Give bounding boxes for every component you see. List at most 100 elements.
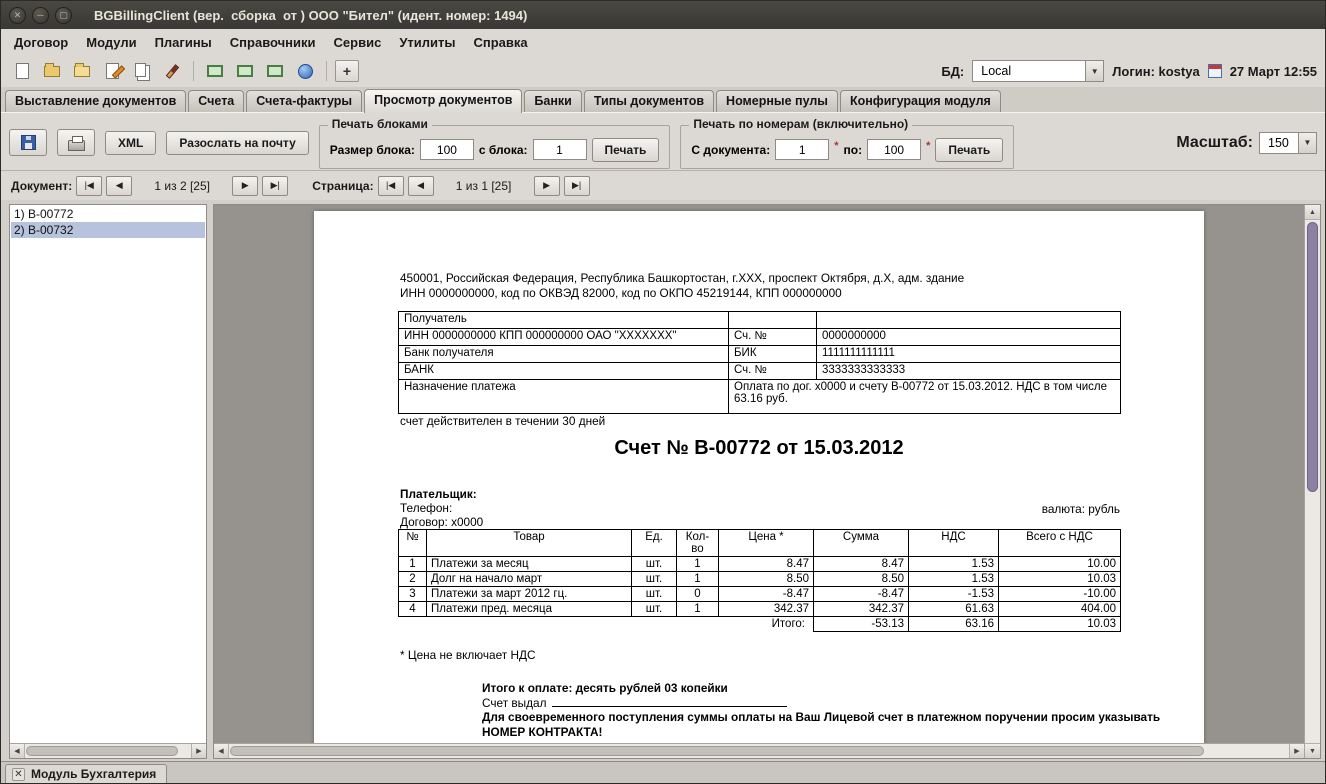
scrollbar-track[interactable] [25,744,191,758]
scrollbar-thumb[interactable] [1307,222,1318,492]
module-window-button-1[interactable] [202,59,228,83]
validity-note: счет действителен в течении 30 дней [400,414,605,428]
close-icon[interactable]: ✕ [12,768,25,781]
print-button[interactable] [57,129,95,156]
doc-last-button[interactable]: ▶| [262,176,288,196]
cell: 8.47 [719,557,814,572]
list-horizontal-scrollbar[interactable]: ◀ ▶ [10,743,206,758]
module-status-tab[interactable]: ✕ Модуль Бухгалтерия [5,764,167,783]
scroll-right-icon[interactable]: ▶ [1289,744,1304,758]
cell: -8.47 [814,587,909,602]
edit-document-button[interactable] [99,59,125,83]
xml-button[interactable]: XML [105,131,156,155]
total-sum-cell: -53.13 [814,617,909,632]
page-first-button[interactable]: |◀ [378,176,404,196]
page-next-button[interactable]: ▶ [534,176,560,196]
scale-label: Масштаб: [1176,134,1253,152]
copy-document-button[interactable] [129,59,155,83]
help-button[interactable] [292,59,318,83]
menu-servis[interactable]: Сервис [325,32,391,53]
scroll-down-icon[interactable]: ▼ [1305,743,1320,758]
document-nav-label: Документ: [11,179,72,193]
cell: 1 [677,602,719,617]
block-size-input[interactable] [420,139,474,160]
chevron-down-icon[interactable]: ▼ [1085,61,1103,81]
scroll-right-icon[interactable]: ▶ [191,744,206,758]
seller-inn-line: ИНН 0000000000, код по ОКВЭД 82000, код … [400,286,964,301]
menu-moduli[interactable]: Модули [77,32,145,53]
db-select[interactable]: Local ▼ [972,60,1104,82]
add-tab-button[interactable]: + [335,60,359,82]
document-preview-panel: 450001, Российская Федерация, Республика… [213,204,1321,759]
tab-prosmotr-dokumentov[interactable]: Просмотр документов [364,89,522,113]
required-asterisk: * [926,140,930,152]
scroll-left-icon[interactable]: ◀ [214,744,229,758]
cell: 1.53 [909,557,999,572]
required-asterisk: * [834,140,838,152]
folder-icon [44,66,60,77]
controls-panel: XML Разослать на почту Печать блоками Ра… [1,112,1325,170]
open-folder-button[interactable] [69,59,95,83]
doc-next-button[interactable]: ▶ [232,176,258,196]
menu-utility[interactable]: Утилиты [390,32,464,53]
scale-control: Масштаб: 150 ▼ [1176,132,1317,154]
scroll-up-icon[interactable]: ▲ [1305,205,1320,220]
module-window-button-3[interactable] [262,59,288,83]
preview-viewport[interactable]: 450001, Российская Федерация, Республика… [214,205,1304,743]
scrollbar-thumb[interactable] [26,746,178,756]
total-vat-cell: 63.16 [909,617,999,632]
new-document-button[interactable] [9,59,35,83]
tab-konfiguraciya-modulya[interactable]: Конфигурация модуля [840,90,1001,112]
range-from-input[interactable] [775,139,829,160]
preview-horizontal-scrollbar[interactable]: ◀ ▶ [214,743,1304,758]
chevron-down-icon[interactable]: ▼ [1298,133,1316,153]
tab-banki[interactable]: Банки [524,90,581,112]
folder-document-button[interactable] [39,59,65,83]
module-window-button-2[interactable] [232,59,258,83]
save-button[interactable] [9,129,47,156]
scale-select[interactable]: 150 ▼ [1259,132,1317,154]
window-minimize-button[interactable]: ─ [32,7,49,24]
tab-tipy-dokumentov[interactable]: Типы документов [584,90,714,112]
table-row: 3 Платежи за март 2012 гц. шт. 0 -8.47 -… [399,587,1121,602]
doc-first-button[interactable]: |◀ [76,176,102,196]
scrollbar-track[interactable] [1305,220,1320,743]
doc-prev-button[interactable]: ◀ [106,176,132,196]
menu-dogovor[interactable]: Договор [5,32,77,53]
tab-scheta[interactable]: Счета [188,90,244,112]
scrollbar-thumb[interactable] [230,746,1204,756]
window-maximize-button[interactable]: ▢ [55,7,72,24]
cell: 1 [677,572,719,587]
cell: Долг на начало март [427,572,632,587]
tab-scheta-faktury[interactable]: Счета-фактуры [246,90,362,112]
clean-button[interactable] [159,59,185,83]
table-row: 1 Платежи за месяц шт. 1 8.47 8.47 1.53 … [399,557,1121,572]
range-to-input[interactable] [867,139,921,160]
page-last-button[interactable]: ▶| [564,176,590,196]
open-folder-icon [74,66,90,77]
totals-row: Итого: -53.13 63.16 10.03 [399,617,1121,632]
page-prev-button[interactable]: ◀ [408,176,434,196]
purpose-label-cell: Назначение платежа [399,380,729,414]
menu-spravochniki[interactable]: Справочники [221,32,325,53]
main-area: 1) В-00772 2) В-00732 ◀ ▶ 450001, Россий… [1,200,1325,761]
block-from-input[interactable] [533,139,587,160]
total-label-cell: Итого: [399,617,814,632]
tab-vystavlenie-dokumentov[interactable]: Выставление документов [5,90,186,112]
print-blocks-button[interactable]: Печать [592,138,660,162]
scrollbar-track[interactable] [229,744,1289,758]
scroll-left-icon[interactable]: ◀ [10,744,25,758]
bik-label-cell: БИК [729,346,817,363]
tab-nomernye-puly[interactable]: Номерные пулы [716,90,838,112]
col-header: НДС [909,530,999,557]
list-item[interactable]: 2) В-00732 [11,222,205,238]
send-mail-button[interactable]: Разослать на почту [166,131,308,155]
print-range-button[interactable]: Печать [935,138,1003,162]
menu-spravka[interactable]: Справка [464,32,536,53]
col-header: Кол-во [677,530,719,557]
payer-label: Плательщик: [400,487,483,501]
menu-plaginy[interactable]: Плагины [146,32,221,53]
window-close-button[interactable]: ✕ [9,7,26,24]
preview-vertical-scrollbar[interactable]: ▲ ▼ [1304,205,1320,758]
list-item[interactable]: 1) В-00772 [11,206,205,222]
